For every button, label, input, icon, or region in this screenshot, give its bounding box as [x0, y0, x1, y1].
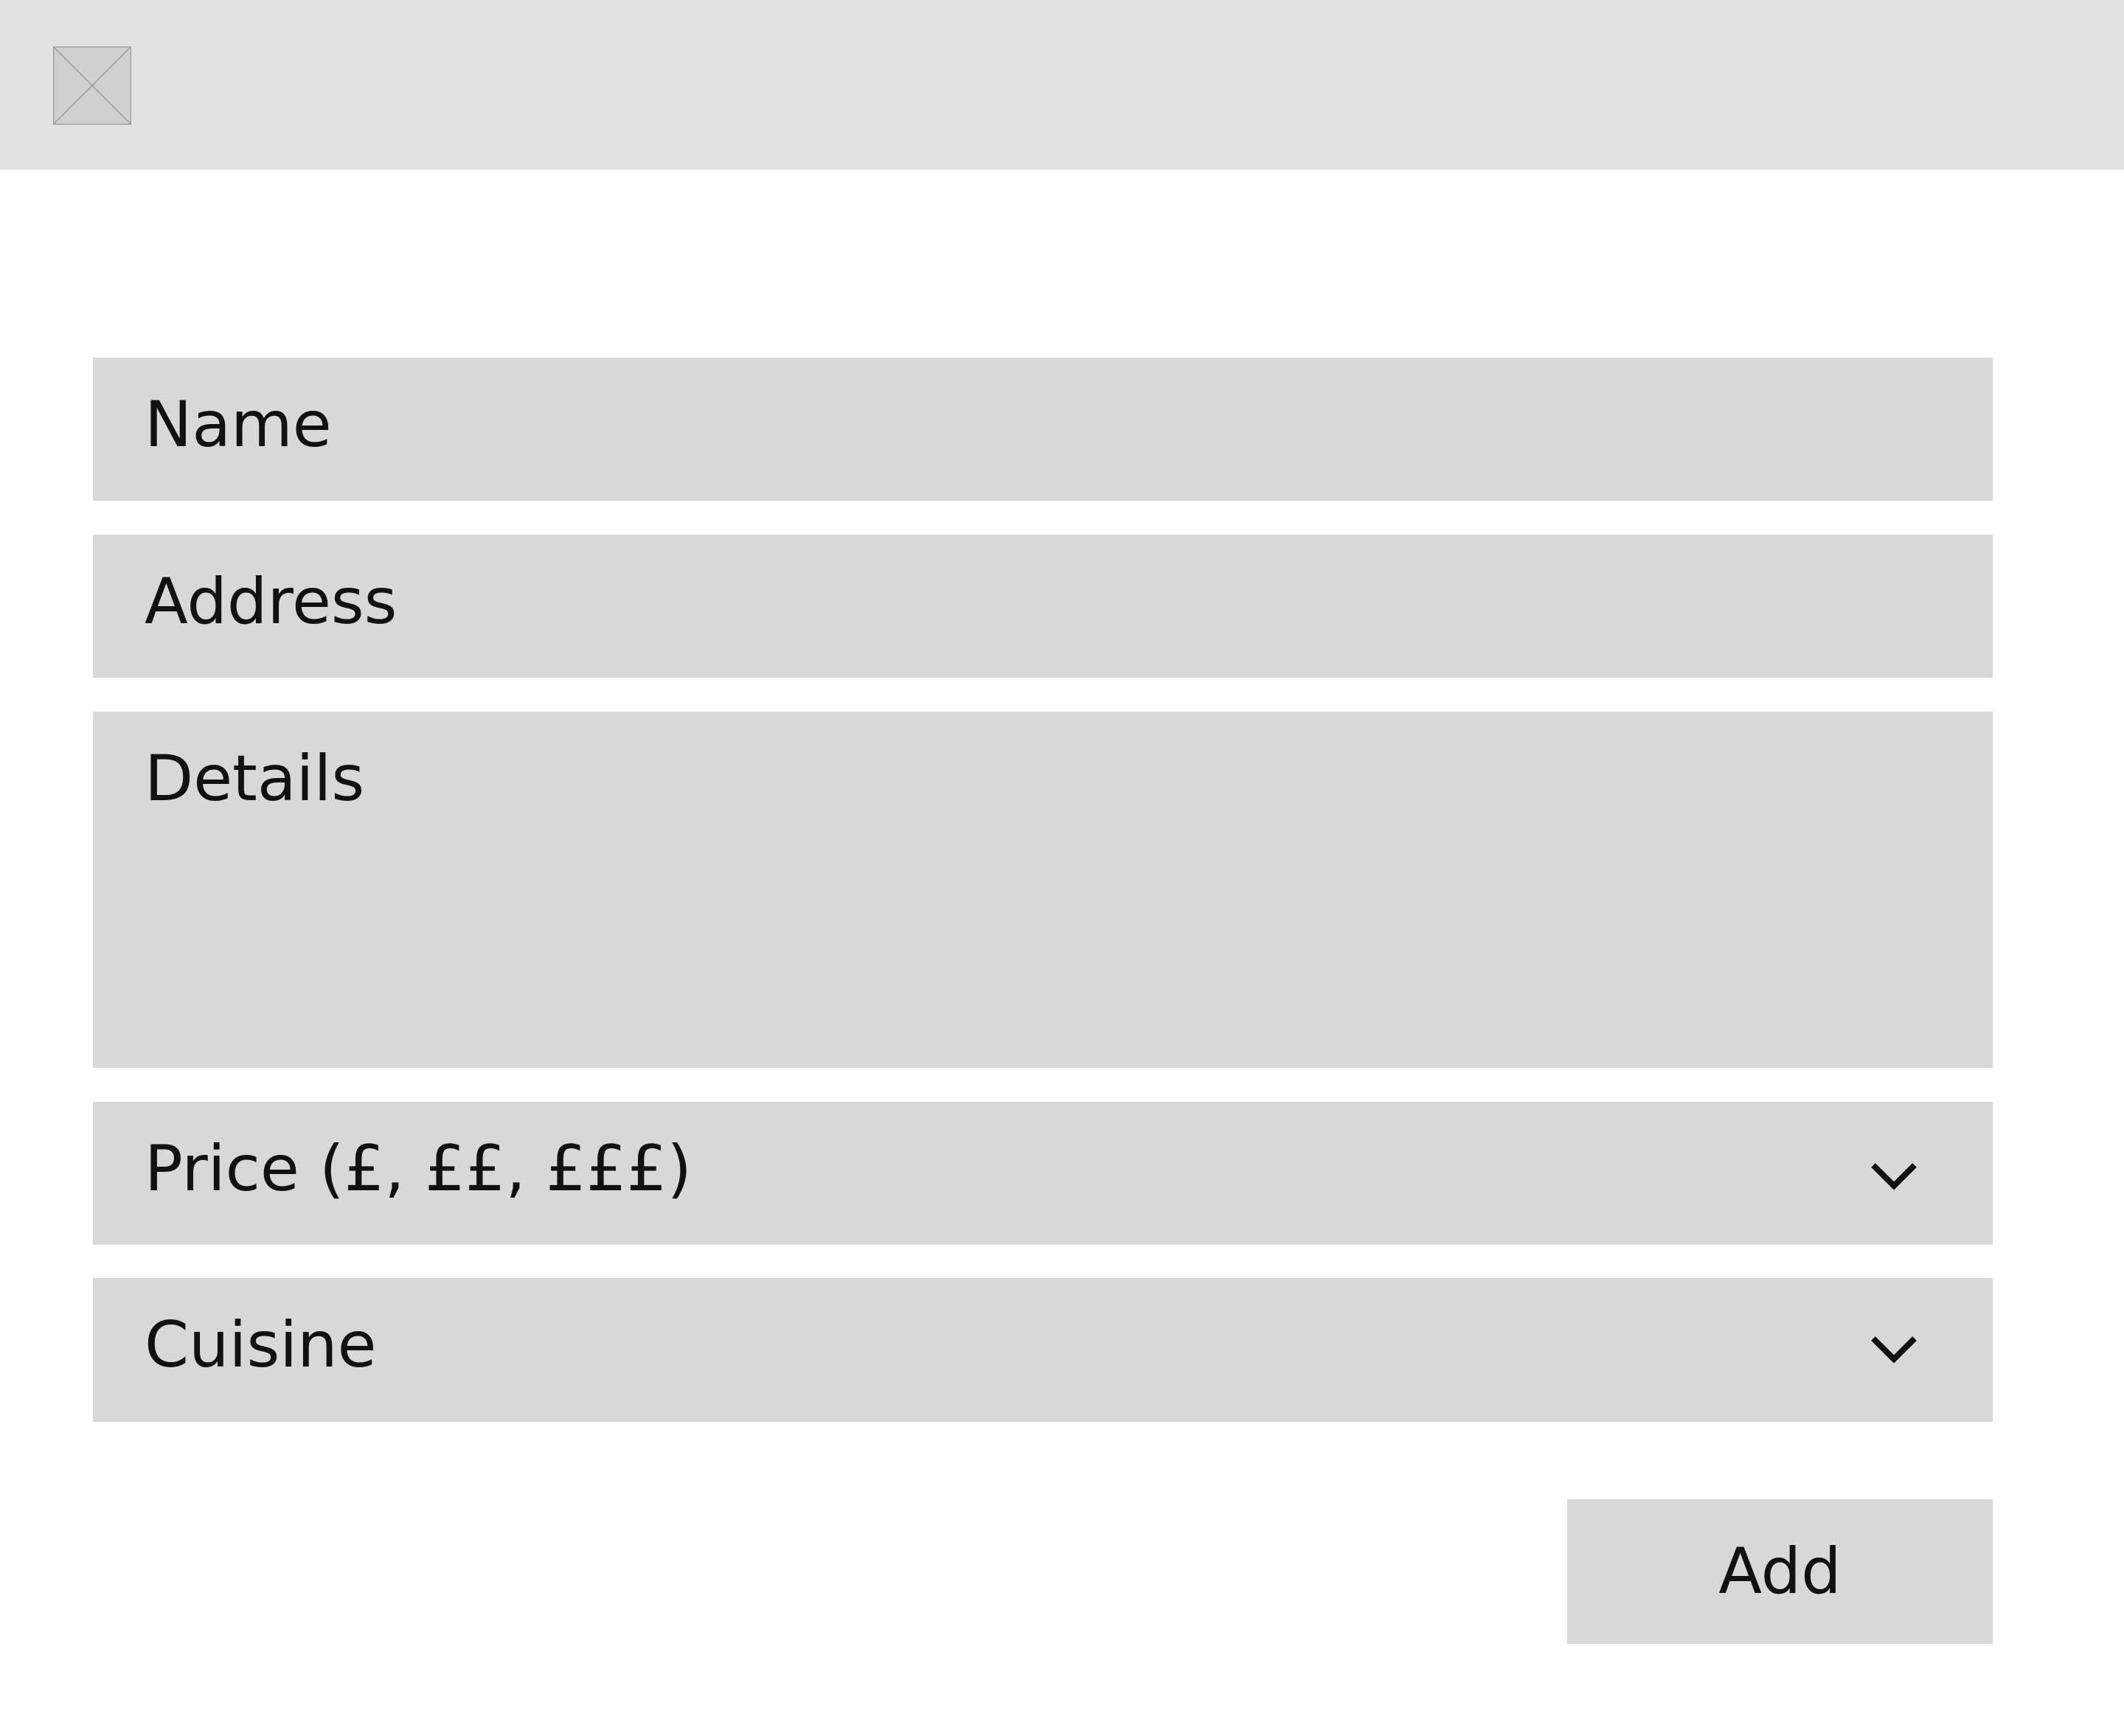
address-placeholder: Address [145, 565, 398, 639]
add-button-label: Add [1718, 1535, 1842, 1608]
top-bar [0, 0, 2124, 170]
details-textarea[interactable]: Details [93, 712, 1993, 1068]
cuisine-placeholder: Cuisine [145, 1308, 377, 1382]
chevron-down-icon [1871, 1163, 1917, 1190]
name-field[interactable]: Name [93, 358, 1993, 501]
name-placeholder: Name [145, 388, 332, 462]
cuisine-select[interactable]: Cuisine [93, 1278, 1993, 1422]
details-placeholder: Details [145, 742, 365, 816]
price-placeholder: Price (£, ££, £££) [145, 1132, 692, 1206]
image-placeholder-icon [53, 46, 131, 125]
chevron-down-icon [1871, 1336, 1917, 1364]
address-field[interactable]: Address [93, 535, 1993, 678]
add-button[interactable]: Add [1567, 1499, 1993, 1644]
price-select[interactable]: Price (£, ££, £££) [93, 1102, 1993, 1245]
